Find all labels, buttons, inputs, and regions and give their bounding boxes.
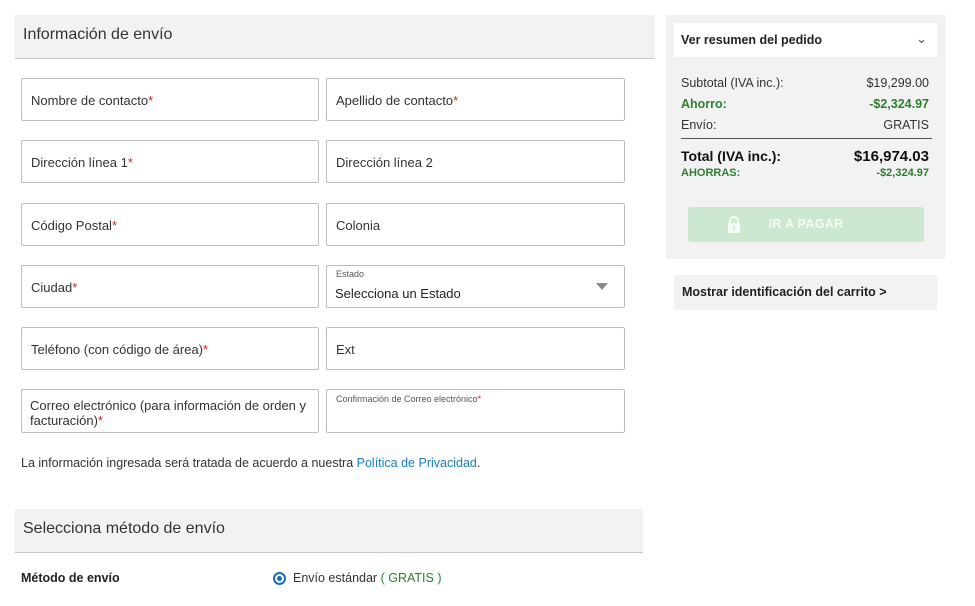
city-field[interactable]: Ciudad* bbox=[21, 265, 319, 308]
order-summary-panel: Ver resumen del pedido ⌄ Subtotal (IVA i… bbox=[666, 15, 945, 259]
you-save-row: AHORRAS: -$2,324.97 bbox=[681, 167, 929, 179]
savings-value: -$2,324.97 bbox=[869, 97, 929, 111]
total-row: Total (IVA inc.): $16,974.03 bbox=[681, 148, 929, 165]
you-save-label: AHORRAS: bbox=[681, 167, 741, 179]
first-name-field[interactable]: Nombre de contacto* bbox=[21, 78, 319, 121]
show-cart-id-link[interactable]: Mostrar identificación del carrito > bbox=[674, 275, 937, 310]
last-name-label: Apellido de contacto bbox=[336, 93, 454, 108]
required-mark: * bbox=[453, 93, 459, 108]
shipping-cost-row: Envío: GRATIS bbox=[681, 118, 929, 132]
required-mark: * bbox=[477, 394, 482, 404]
ext-label: Ext bbox=[336, 342, 355, 357]
phone-label: Teléfono (con código de área) bbox=[31, 342, 204, 357]
required-mark: * bbox=[111, 218, 118, 233]
shipping-section-title: Información de envío bbox=[23, 26, 173, 43]
postal-code-field[interactable]: Código Postal* bbox=[21, 203, 319, 246]
shipping-option-price: GRATIS bbox=[388, 571, 434, 585]
email-label: Correo electrónico (para información de … bbox=[30, 398, 307, 428]
price-close-paren: ) bbox=[437, 571, 442, 585]
required-mark: * bbox=[127, 155, 133, 170]
colonia-field[interactable]: Colonia bbox=[326, 203, 625, 246]
privacy-text: La información ingresada será tratada de… bbox=[21, 456, 354, 470]
you-save-value: -$2,324.97 bbox=[876, 167, 929, 179]
order-summary-toggle[interactable]: Ver resumen del pedido ⌄ bbox=[674, 23, 937, 57]
first-name-label: Nombre de contacto bbox=[31, 93, 149, 108]
email-confirm-label: Confirmación de Correo electrónico bbox=[336, 394, 478, 404]
shipping-cost-label: Envío: bbox=[681, 118, 717, 132]
phone-field[interactable]: Teléfono (con código de área)* bbox=[21, 327, 319, 370]
address-line1-field[interactable]: Dirección línea 1* bbox=[21, 140, 319, 183]
show-cart-id-label: Mostrar identificación del carrito > bbox=[682, 285, 887, 299]
chevron-down-icon: ⌄ bbox=[916, 31, 927, 46]
order-summary-toggle-label: Ver resumen del pedido bbox=[681, 33, 823, 47]
price-open-paren: ( bbox=[380, 571, 385, 585]
subtotal-label: Subtotal (IVA inc.): bbox=[681, 76, 784, 90]
shipping-method-section-header: Selecciona método de envío bbox=[15, 509, 643, 553]
last-name-field[interactable]: Apellido de contacto* bbox=[326, 78, 625, 121]
address-line2-label: Dirección línea 2 bbox=[336, 155, 433, 170]
subtotal-value: $19,299.00 bbox=[866, 76, 929, 90]
colonia-label: Colonia bbox=[336, 218, 381, 233]
savings-label: Ahorro: bbox=[681, 97, 727, 111]
address-line1-label: Dirección línea 1 bbox=[31, 155, 128, 170]
email-field[interactable]: Correo electrónico (para información de … bbox=[21, 389, 319, 433]
state-label: Estado bbox=[336, 269, 365, 279]
privacy-period: . bbox=[476, 456, 481, 470]
state-selected-value: Selecciona un Estado bbox=[335, 286, 461, 301]
shipping-cost-value: GRATIS bbox=[883, 118, 929, 132]
email-confirm-field[interactable]: Confirmación de Correo electrónico* bbox=[326, 389, 625, 433]
privacy-notice: La información ingresada será tratada de… bbox=[21, 456, 480, 470]
privacy-policy-link[interactable]: Política de Privacidad bbox=[357, 456, 477, 470]
total-label: Total (IVA inc.): bbox=[681, 148, 782, 164]
shipping-option-label: Envío estándar bbox=[293, 571, 378, 585]
city-label: Ciudad bbox=[31, 280, 73, 295]
required-mark: * bbox=[97, 413, 103, 428]
shipping-method-label: Método de envío bbox=[21, 571, 120, 585]
postal-code-label: Código Postal bbox=[31, 218, 112, 233]
shipping-method-section-title: Selecciona método de envío bbox=[23, 520, 225, 537]
summary-divider bbox=[681, 138, 932, 139]
total-value: $16,974.03 bbox=[853, 148, 929, 165]
radio-selected-icon[interactable] bbox=[273, 571, 286, 585]
ext-field[interactable]: Ext bbox=[326, 327, 625, 370]
required-mark: * bbox=[203, 342, 209, 357]
chevron-down-icon[interactable] bbox=[596, 283, 608, 290]
shipping-section-header: Información de envío bbox=[15, 15, 655, 59]
required-mark: * bbox=[148, 93, 154, 108]
subtotal-row: Subtotal (IVA inc.): $19,299.00 bbox=[681, 76, 929, 90]
address-line2-field[interactable]: Dirección línea 2 bbox=[326, 140, 625, 183]
state-select[interactable]: Estado Selecciona un Estado bbox=[326, 265, 625, 308]
pay-button-label: IR A PAGAR bbox=[768, 217, 844, 231]
required-mark: * bbox=[72, 280, 78, 295]
checkout-pay-button[interactable]: IR A PAGAR bbox=[688, 207, 924, 242]
savings-row: Ahorro: -$2,324.97 bbox=[681, 97, 929, 111]
shipping-method-option-standard[interactable]: Envío estándar ( GRATIS ) bbox=[273, 571, 442, 585]
